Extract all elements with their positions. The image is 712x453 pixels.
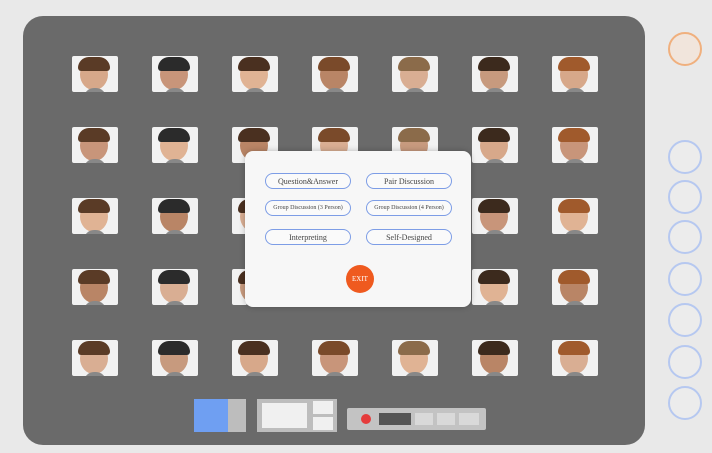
participant-hair [558, 199, 590, 213]
rail-primary-button[interactable] [668, 32, 702, 66]
participant-tile[interactable] [472, 127, 518, 163]
participant-tile[interactable] [392, 56, 438, 92]
participant-hair [78, 57, 110, 71]
interpreting-button[interactable]: Interpreting [265, 229, 351, 245]
participant-tile[interactable] [72, 56, 118, 92]
pair-discussion-button[interactable]: Pair Discussion [366, 173, 452, 189]
participant-hair [238, 57, 270, 71]
participant-hair [78, 128, 110, 142]
participant-hair [78, 270, 110, 284]
media-segment[interactable] [415, 413, 433, 425]
record-icon[interactable] [361, 414, 371, 424]
layout-down-button[interactable] [313, 417, 333, 430]
layout-controls [257, 399, 337, 432]
participant-hair [318, 57, 350, 71]
participant-tile[interactable] [552, 127, 598, 163]
participant-tile[interactable] [552, 269, 598, 305]
media-control-bar [347, 408, 486, 430]
participant-tile[interactable] [72, 127, 118, 163]
media-segment[interactable] [437, 413, 455, 425]
rail-button[interactable] [668, 220, 702, 254]
participant-hair [158, 270, 190, 284]
participant-tile[interactable] [72, 198, 118, 234]
participant-hair [158, 341, 190, 355]
webcam-preview-icon [194, 399, 228, 432]
webcam-preview[interactable] [194, 399, 246, 432]
participant-tile[interactable] [472, 56, 518, 92]
exit-button[interactable]: EXIT [346, 265, 374, 293]
layout-main-button[interactable] [262, 403, 307, 428]
participant-hair [478, 57, 510, 71]
participant-tile[interactable] [472, 198, 518, 234]
participant-hair [398, 341, 430, 355]
participant-tile[interactable] [152, 127, 198, 163]
participant-hair [398, 128, 430, 142]
media-timeline[interactable] [379, 413, 411, 425]
group-3-person-button[interactable]: Group Discussion (3 Person) [265, 200, 351, 216]
participant-hair [478, 199, 510, 213]
participant-hair [558, 57, 590, 71]
participant-tile[interactable] [232, 340, 278, 376]
participant-tile[interactable] [472, 269, 518, 305]
participant-hair [238, 128, 270, 142]
participant-tile[interactable] [152, 269, 198, 305]
participant-hair [398, 57, 430, 71]
rail-button[interactable] [668, 345, 702, 379]
participant-tile[interactable] [72, 269, 118, 305]
participant-hair [78, 199, 110, 213]
participant-tile[interactable] [392, 340, 438, 376]
participant-hair [558, 341, 590, 355]
participant-tile[interactable] [72, 340, 118, 376]
participant-hair [558, 128, 590, 142]
participant-tile[interactable] [312, 340, 358, 376]
participant-tile[interactable] [152, 198, 198, 234]
participant-hair [158, 199, 190, 213]
group-4-person-button[interactable]: Group Discussion (4 Person) [366, 200, 452, 216]
participant-hair [318, 341, 350, 355]
layout-up-button[interactable] [313, 401, 333, 414]
classroom-stage: Question&Answer Pair Discussion Group Di… [23, 16, 645, 445]
self-designed-button[interactable]: Self-Designed [366, 229, 452, 245]
rail-button[interactable] [668, 303, 702, 337]
participant-tile[interactable] [152, 340, 198, 376]
rail-button[interactable] [668, 262, 702, 296]
participant-hair [478, 128, 510, 142]
participant-hair [478, 270, 510, 284]
participant-hair [158, 128, 190, 142]
participant-hair [158, 57, 190, 71]
participant-tile[interactable] [552, 198, 598, 234]
participant-hair [558, 270, 590, 284]
participant-tile[interactable] [472, 340, 518, 376]
participant-hair [318, 128, 350, 142]
rail-button[interactable] [668, 180, 702, 214]
participant-tile[interactable] [552, 56, 598, 92]
participant-tile[interactable] [152, 56, 198, 92]
rail-button[interactable] [668, 386, 702, 420]
participant-tile[interactable] [552, 340, 598, 376]
participant-hair [78, 341, 110, 355]
participant-hair [478, 341, 510, 355]
media-segment[interactable] [459, 413, 479, 425]
participant-tile[interactable] [312, 56, 358, 92]
participant-tile[interactable] [232, 56, 278, 92]
qa-mode-button[interactable]: Question&Answer [265, 173, 351, 189]
activity-mode-dialog: Question&Answer Pair Discussion Group Di… [245, 151, 471, 307]
rail-button[interactable] [668, 140, 702, 174]
participant-hair [238, 341, 270, 355]
